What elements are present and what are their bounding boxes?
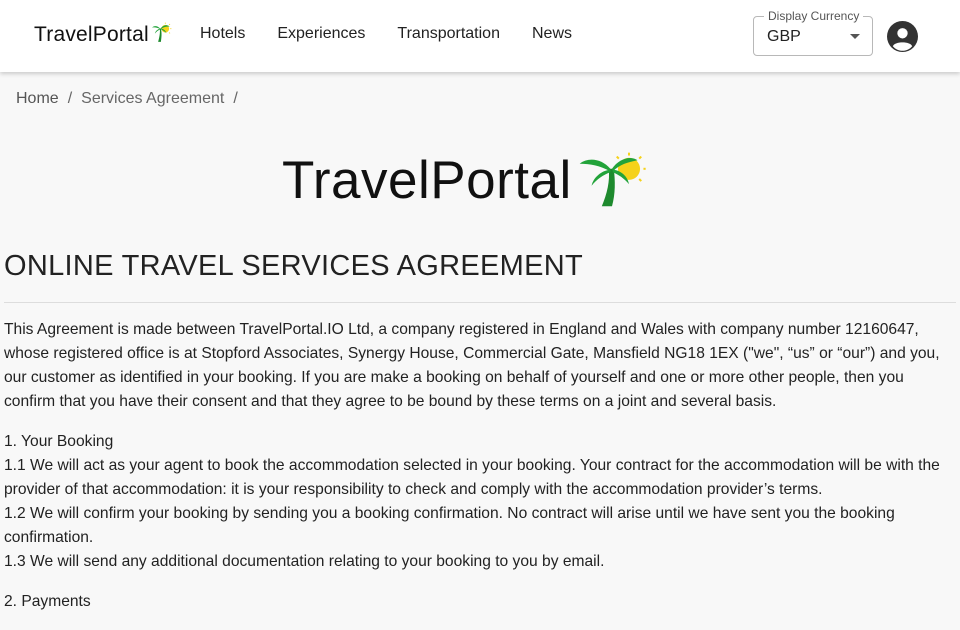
nav-experiences[interactable]: Experiences bbox=[277, 25, 365, 43]
nav-transportation[interactable]: Transportation bbox=[397, 25, 500, 43]
nav-hotels[interactable]: Hotels bbox=[200, 25, 245, 43]
section-heading: 1. Your Booking bbox=[4, 433, 114, 450]
hero-logo: TravelPortal bbox=[282, 150, 646, 211]
nav-news[interactable]: News bbox=[532, 25, 572, 43]
agreement-intro: This Agreement is made between TravelPor… bbox=[4, 321, 940, 410]
palm-tree-icon bbox=[579, 152, 646, 206]
currency-select-value: GBP bbox=[767, 28, 801, 45]
currency-select-label: Display Currency bbox=[764, 9, 864, 23]
currency-select[interactable]: Display Currency GBP bbox=[753, 9, 873, 56]
section-your-booking: 1. Your Booking 1.1 We will act as your … bbox=[4, 430, 956, 574]
agreement-content: This Agreement is made between TravelPor… bbox=[4, 318, 956, 630]
page-title: ONLINE TRAVEL SERVICES AGREEMENT bbox=[4, 250, 584, 282]
clause: 1.3 We will send any additional document… bbox=[4, 553, 605, 570]
account-circle-icon[interactable] bbox=[887, 21, 918, 52]
title-divider bbox=[4, 302, 956, 303]
section-payments: 2. Payments bbox=[4, 590, 956, 614]
clause: 1.1 We will act as your agent to book th… bbox=[4, 457, 940, 498]
breadcrumb-separator: / bbox=[67, 90, 73, 107]
section-heading: 2. Payments bbox=[4, 593, 91, 610]
top-navigation-bar: TravelPortal Hotels Experiences Transpor… bbox=[0, 0, 960, 72]
breadcrumb-services-agreement[interactable]: Services Agreement bbox=[81, 90, 224, 108]
brand-logo-link[interactable]: TravelPortal bbox=[34, 22, 173, 47]
hero-logo-text: TravelPortal bbox=[282, 151, 572, 210]
breadcrumb-home[interactable]: Home bbox=[16, 90, 59, 108]
chevron-down-icon bbox=[850, 34, 860, 39]
breadcrumb-separator: / bbox=[233, 90, 238, 107]
main-nav: Hotels Experiences Transportation News bbox=[200, 25, 604, 43]
clause: 1.2 We will confirm your booking by send… bbox=[4, 505, 895, 546]
breadcrumb: Home / Services Agreement / bbox=[16, 90, 247, 108]
palm-tree-icon bbox=[151, 22, 172, 42]
brand-name: TravelPortal bbox=[34, 23, 149, 46]
